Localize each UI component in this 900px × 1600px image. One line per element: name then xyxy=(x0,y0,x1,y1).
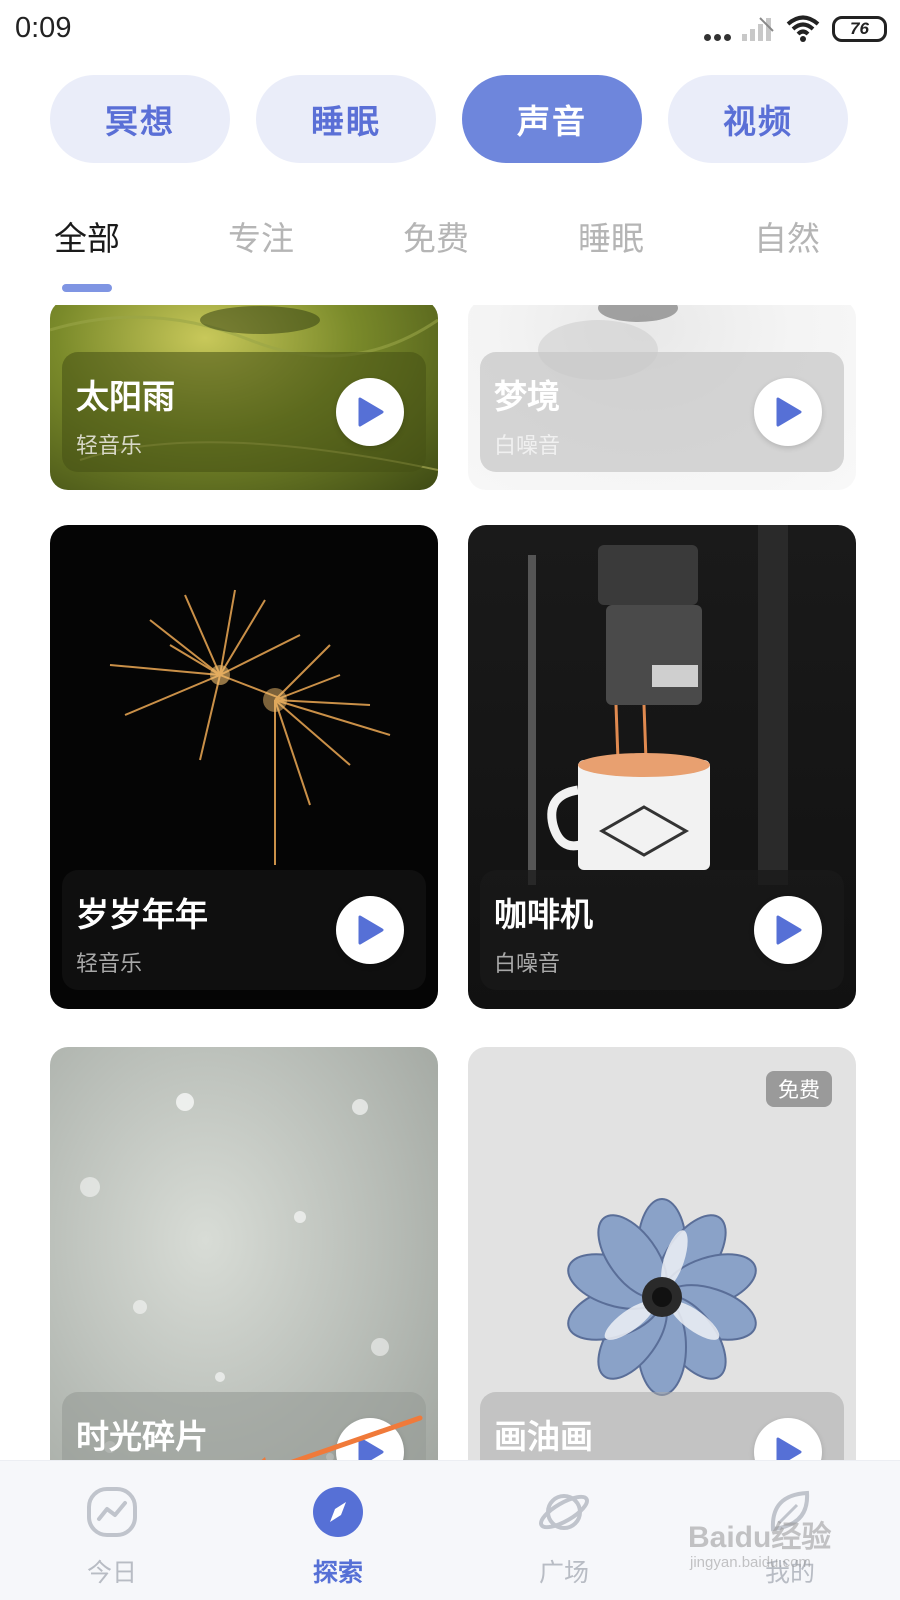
sound-card-dreamland[interactable]: 梦境 白噪音 xyxy=(468,305,856,490)
sound-card-time-fragments[interactable]: 时光碎片 xyxy=(50,1047,438,1460)
battery-icon: 76 xyxy=(832,16,887,42)
trend-icon xyxy=(87,1487,137,1537)
category-pills: 冥想 睡眠 声音 视频 xyxy=(0,75,900,163)
card-title: 太阳雨 xyxy=(76,377,175,416)
card-info-panel: 画油画 xyxy=(480,1392,844,1460)
card-title: 画油画 xyxy=(494,1417,593,1456)
play-button[interactable] xyxy=(754,896,822,964)
card-subtitle: 白噪音 xyxy=(494,952,561,977)
category-pill-sound[interactable]: 声音 xyxy=(462,75,642,163)
card-info-panel: 岁岁年年 轻音乐 xyxy=(62,870,426,990)
play-icon xyxy=(776,1437,802,1460)
card-title: 时光碎片 xyxy=(76,1417,208,1456)
sub-tabs: 全部 专注 免费 睡眠 自然 xyxy=(0,212,900,272)
play-button[interactable] xyxy=(336,896,404,964)
compass-icon xyxy=(313,1487,363,1537)
sound-grid: 太阳雨 轻音乐 梦境 白噪音 岁岁年年 轻音乐 咖啡机 白噪音 时光碎片 免费 … xyxy=(0,305,900,1460)
play-button[interactable] xyxy=(336,378,404,446)
card-subtitle: 轻音乐 xyxy=(76,434,143,459)
play-button[interactable] xyxy=(754,378,822,446)
card-subtitle: 白噪音 xyxy=(494,434,561,459)
sound-card-oil-painting[interactable]: 免费 画油画 xyxy=(468,1047,856,1460)
sound-card-fireworks[interactable]: 岁岁年年 轻音乐 xyxy=(50,525,438,1009)
nav-item-explore[interactable]: 探索 xyxy=(278,1461,398,1600)
category-pill-video[interactable]: 视频 xyxy=(668,75,848,163)
tab-indicator xyxy=(62,284,112,292)
category-pill-meditation[interactable]: 冥想 xyxy=(50,75,230,163)
sound-card-sunshower[interactable]: 太阳雨 轻音乐 xyxy=(50,305,438,490)
card-title: 岁岁年年 xyxy=(76,895,208,934)
play-icon xyxy=(358,397,384,427)
nav-item-today[interactable]: 今日 xyxy=(52,1461,172,1600)
play-icon xyxy=(776,397,802,427)
play-button[interactable] xyxy=(754,1418,822,1460)
category-pill-sleep[interactable]: 睡眠 xyxy=(256,75,436,163)
play-icon xyxy=(358,915,384,945)
wifi-icon xyxy=(786,15,820,42)
tab-focus[interactable]: 专注 xyxy=(228,212,294,260)
tab-nature[interactable]: 自然 xyxy=(754,212,820,260)
card-subtitle: 轻音乐 xyxy=(76,952,143,977)
status-time: 0:09 xyxy=(15,12,72,44)
sound-card-coffee-machine[interactable]: 咖啡机 白噪音 xyxy=(468,525,856,1009)
card-info-panel: 咖啡机 白噪音 xyxy=(480,870,844,990)
card-title: 咖啡机 xyxy=(494,895,593,934)
card-title: 梦境 xyxy=(494,377,560,416)
nav-label: 探索 xyxy=(312,1558,363,1587)
card-info-panel: 太阳雨 轻音乐 xyxy=(62,352,426,472)
play-icon xyxy=(776,915,802,945)
watermark-url: jingyan.baidu.com xyxy=(690,1554,811,1571)
planet-icon xyxy=(539,1494,589,1530)
free-badge: 免费 xyxy=(766,1071,832,1107)
tab-free[interactable]: 免费 xyxy=(403,212,469,260)
tab-sleep[interactable]: 睡眠 xyxy=(578,212,644,260)
watermark-logo: Baidu经验 xyxy=(688,1521,832,1554)
signal-icon xyxy=(742,17,774,41)
status-bar: 0:09 76 xyxy=(0,0,900,62)
nav-label: 广场 xyxy=(538,1558,589,1587)
nav-item-square[interactable]: 广场 xyxy=(504,1461,624,1600)
nav-label: 今日 xyxy=(86,1558,137,1587)
tab-all[interactable]: 全部 xyxy=(54,212,120,260)
card-info-panel: 梦境 白噪音 xyxy=(480,352,844,472)
more-dots-icon xyxy=(704,26,734,45)
